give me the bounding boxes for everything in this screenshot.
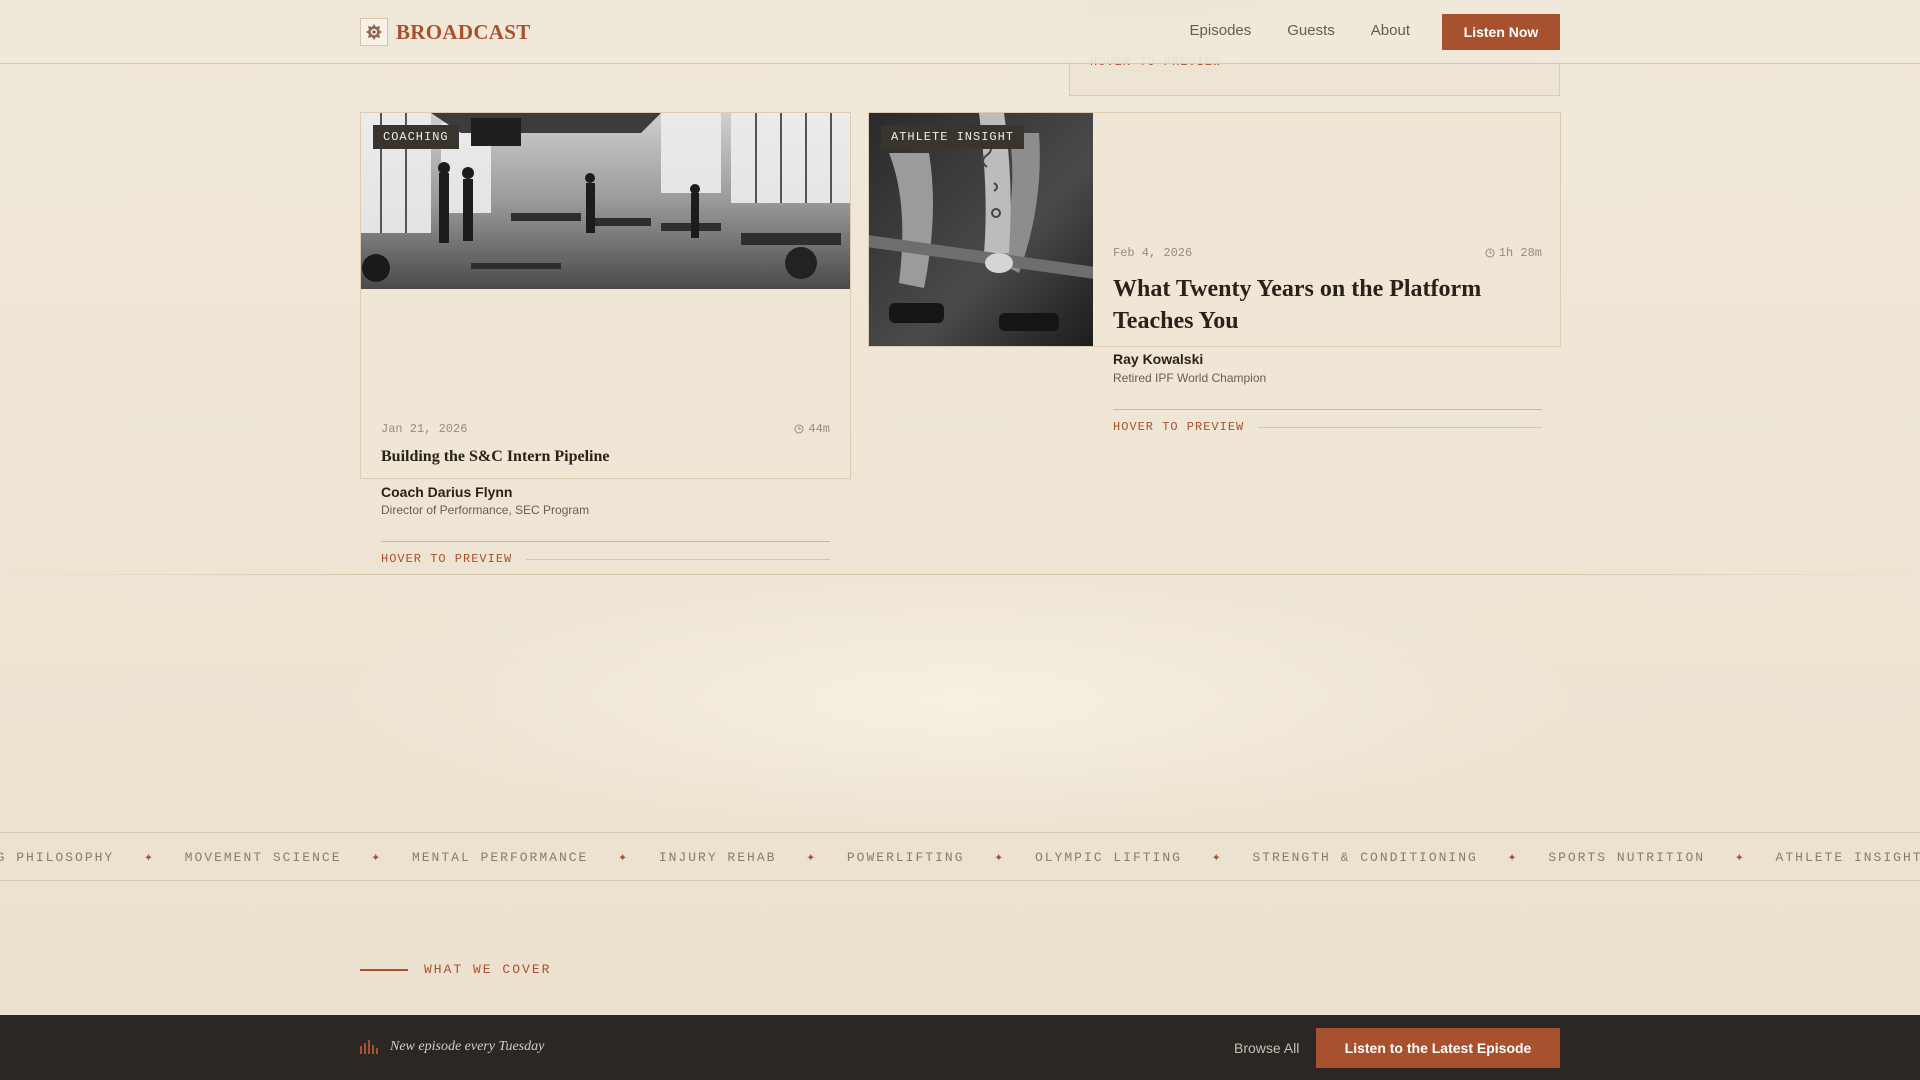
clock-icon: [794, 424, 804, 434]
episode-title[interactable]: Building the S&C Intern Pipeline: [381, 448, 830, 466]
episode-meta: Feb 4, 2026 1h 28m: [1113, 246, 1542, 260]
browse-all-link[interactable]: Browse All: [1234, 1040, 1299, 1056]
guest-role: Director of Performance, SEC Program: [381, 503, 590, 517]
nav-link-episodes[interactable]: Episodes: [1190, 22, 1252, 39]
episode-date: Feb 4, 2026: [1113, 246, 1193, 260]
top-navigation: BROADCAST Episodes Guests About Listen N…: [0, 0, 1920, 64]
episode-meta: Jan 21, 2026 44m: [381, 422, 830, 436]
star-icon: ✦: [1735, 850, 1746, 866]
section-divider: [0, 574, 1920, 575]
category-badge: ATHLETE INSIGHT: [881, 125, 1025, 149]
audio-bars-icon: [360, 1040, 378, 1054]
topic-item: SPORTS NUTRITION: [1548, 850, 1706, 865]
duration-text: 1h 28m: [1498, 246, 1542, 260]
duration-text: 44m: [808, 422, 830, 436]
heading-rule: [360, 968, 408, 971]
section-label: WHAT WE COVER: [424, 962, 552, 977]
star-icon: ✦: [1211, 850, 1223, 866]
preview-label: HOVER TO PREVIEW: [1113, 420, 1245, 434]
star-icon: ✦: [1507, 850, 1519, 866]
topic-item: POWERLIFTING: [846, 850, 965, 865]
topic-item: OLYMPIC LIFTING: [1034, 850, 1182, 865]
star-icon: ✦: [144, 850, 155, 866]
topic-item: STRENGTH & CONDITIONING: [1252, 850, 1478, 865]
nav-link-guests[interactable]: Guests: [1287, 22, 1335, 39]
star-icon: ✦: [371, 850, 382, 866]
episode-date: Jan 21, 2026: [381, 422, 468, 436]
topics-marquee: COACHING PHILOSOPHY ✦ MOVEMENT SCIENCE ✦…: [0, 832, 1920, 881]
episode-card[interactable]: COACHING Jan 21, 2026 44m Building the S…: [360, 112, 851, 566]
guest-role: Retired IPF World Champion: [1113, 371, 1267, 385]
schedule-info: New episode every Tuesday: [360, 1039, 544, 1055]
sticky-bottom-bar: New episode every Tuesday Browse All Lis…: [0, 1015, 1920, 1080]
episode-card-featured[interactable]: ATHLETE INSIGHT Feb 4, 2026 1h 28m What …: [868, 112, 1561, 434]
episode-duration: 44m: [794, 422, 830, 436]
gym-floor-photo: COACHING: [361, 113, 850, 289]
star-icon: ✦: [806, 850, 817, 866]
episode-title[interactable]: What Twenty Years on the Platform Teache…: [1113, 273, 1543, 337]
nav-links: Episodes Guests About: [1190, 22, 1410, 39]
brand-name: BROADCAST: [396, 19, 531, 44]
episode-duration: 1h 28m: [1485, 246, 1542, 260]
category-badge: COACHING: [373, 125, 459, 149]
topic-item: COACHING PHILOSOPHY: [0, 850, 115, 865]
star-icon: ✦: [618, 850, 629, 866]
preview-label: HOVER TO PREVIEW: [381, 552, 513, 566]
topic-item: ATHLETE INSIGHT: [1775, 850, 1920, 865]
brand[interactable]: BROADCAST: [360, 18, 531, 46]
hover-to-preview[interactable]: HOVER TO PREVIEW: [1113, 409, 1542, 434]
nav-link-about[interactable]: About: [1371, 22, 1410, 39]
barbell-deadlift-photo: ATHLETE INSIGHT: [869, 113, 1093, 346]
guest-name: Ray Kowalski: [1113, 351, 1204, 367]
schedule-text: New episode every Tuesday: [390, 1039, 545, 1054]
section-heading: WHAT WE COVER: [360, 962, 551, 977]
hover-to-preview[interactable]: HOVER TO PREVIEW: [381, 541, 830, 566]
listen-latest-button[interactable]: Listen to the Latest Episode: [1316, 1028, 1560, 1068]
topic-item: MENTAL PERFORMANCE: [411, 850, 589, 865]
preview-divider: [1258, 426, 1542, 428]
preview-divider: [526, 558, 830, 560]
topic-item: INJURY REHAB: [658, 850, 777, 865]
topic-item: MOVEMENT SCIENCE: [184, 850, 342, 865]
listen-now-button[interactable]: Listen Now: [1442, 14, 1560, 50]
marquee-track: COACHING PHILOSOPHY ✦ MOVEMENT SCIENCE ✦…: [0, 849, 1920, 866]
clock-icon: [1485, 248, 1495, 258]
guest-name: Coach Darius Flynn: [381, 484, 513, 500]
lion-crest-icon: [360, 18, 388, 46]
star-icon: ✦: [994, 850, 1005, 866]
